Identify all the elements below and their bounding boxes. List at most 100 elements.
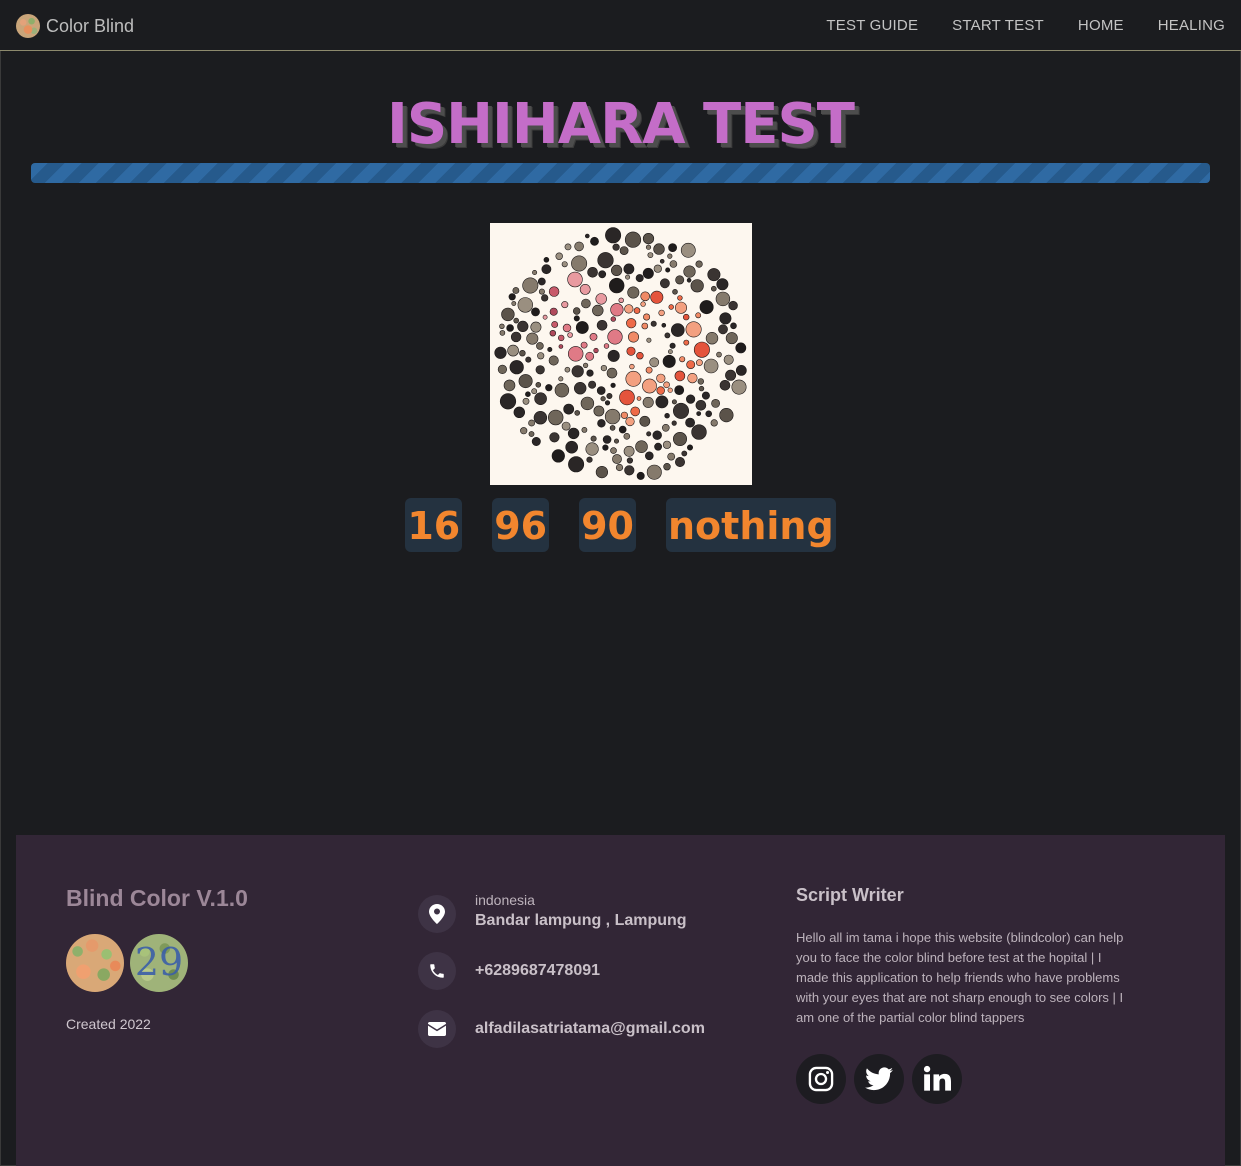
nav-test-guide[interactable]: TEST GUIDE (826, 17, 918, 34)
plate-dot (538, 288, 545, 295)
twitter-icon[interactable] (854, 1054, 904, 1104)
plate-dot (620, 411, 628, 419)
plate-dot (667, 253, 673, 259)
plate-dot (675, 457, 686, 468)
plate-dot (629, 363, 635, 370)
plate-dot (585, 351, 595, 361)
navbar: Color Blind TEST GUIDE START TEST HOME H… (0, 0, 1241, 51)
plate-dot (606, 367, 618, 379)
ishihara-plate-image (490, 223, 752, 485)
plate-dot (691, 424, 707, 440)
plate-dot (561, 261, 568, 268)
plate-dot (626, 318, 637, 329)
plate-dot (665, 267, 671, 273)
plate-dot (679, 356, 686, 363)
plate-dot (551, 321, 559, 328)
nav-start-test[interactable]: START TEST (952, 17, 1044, 34)
plate-dot (701, 391, 710, 400)
plate-dot (614, 438, 620, 444)
plate-dot (558, 376, 564, 382)
plate-dot (499, 323, 505, 330)
plate-dot (728, 300, 738, 311)
plate-dot (687, 444, 694, 451)
plate-dot (730, 322, 737, 330)
plate-dot (612, 243, 620, 251)
plate-dot (687, 373, 698, 384)
answer-option-96[interactable]: 96 (492, 498, 550, 552)
footer: Blind Color V.1.0 29 Created 2022 indone… (16, 835, 1225, 1166)
plate-dot (573, 315, 580, 322)
plate-dot (582, 362, 589, 368)
plate-dot (579, 284, 591, 295)
plate-dot (512, 287, 520, 294)
plate-dot (581, 298, 591, 309)
plate-dot (586, 369, 594, 377)
plate-dot (571, 365, 584, 378)
plate-dot (499, 393, 517, 410)
plate-dot (642, 233, 655, 245)
plate-dot (604, 400, 611, 406)
plate-dot (580, 341, 588, 349)
answer-option-90[interactable]: 90 (579, 498, 636, 552)
plate-dot (619, 246, 629, 255)
plate-dot (652, 430, 662, 440)
plate-dot (683, 313, 690, 321)
plate-dot (541, 264, 552, 275)
plate-dot (636, 352, 644, 360)
plate-dot (557, 334, 565, 342)
plate-dot (625, 274, 631, 280)
plate-dot (568, 456, 585, 473)
plate-dot (513, 317, 520, 324)
plate-dot (675, 301, 688, 314)
plate-dot (681, 450, 688, 457)
plate-dot (715, 291, 731, 307)
nav-home[interactable]: HOME (1078, 17, 1124, 34)
plate-dot (607, 349, 620, 362)
plate-dot (674, 385, 685, 395)
plate-dot (525, 356, 532, 363)
nav-healing[interactable]: HEALING (1158, 17, 1225, 34)
answer-option-16[interactable]: 16 (405, 498, 463, 552)
plate-dot (564, 366, 571, 373)
contact-country: indonesia (475, 892, 535, 908)
plate-dot (673, 402, 690, 419)
plate-dot (667, 349, 673, 355)
plate-dot (640, 291, 650, 302)
plate-dot (627, 286, 640, 299)
brand-link[interactable]: Color Blind (16, 14, 134, 38)
contact-email-address[interactable]: alfadilasatriatama@gmail.com (475, 1020, 705, 1038)
plate-dot (680, 242, 696, 258)
plate-dot (699, 300, 714, 315)
plate-dot (585, 233, 590, 239)
plate-dot (555, 252, 563, 260)
plate-dot (618, 425, 627, 434)
plate-dot (626, 457, 633, 464)
plate-dot (595, 293, 607, 305)
plate-dot (509, 360, 524, 375)
plate-dot (686, 394, 696, 404)
ishihara-logo-icon (66, 934, 124, 992)
linkedin-icon[interactable] (912, 1054, 962, 1104)
plate-dot (610, 316, 617, 322)
plate-dot (609, 425, 616, 431)
instagram-icon[interactable] (796, 1054, 846, 1104)
plate-dot (615, 463, 624, 472)
answer-options: 16 96 90 nothing (0, 498, 1241, 552)
plate-dot (589, 333, 598, 341)
plate-dot (664, 413, 670, 419)
plate-dot (518, 374, 533, 389)
plate-dot (587, 266, 598, 278)
map-marker-icon (418, 895, 456, 933)
plate-dot (549, 329, 556, 337)
plate-dot (661, 323, 667, 328)
plate-dot (522, 277, 539, 294)
answer-option-nothing[interactable]: nothing (666, 498, 836, 552)
plate-dot (696, 411, 702, 416)
plate-dot (600, 396, 606, 402)
plate-dot (735, 342, 747, 354)
plate-dot (669, 260, 678, 268)
plate-dot (547, 347, 553, 353)
plate-dot (716, 351, 722, 358)
plate-dot (639, 415, 651, 427)
plate-dot (695, 400, 707, 411)
